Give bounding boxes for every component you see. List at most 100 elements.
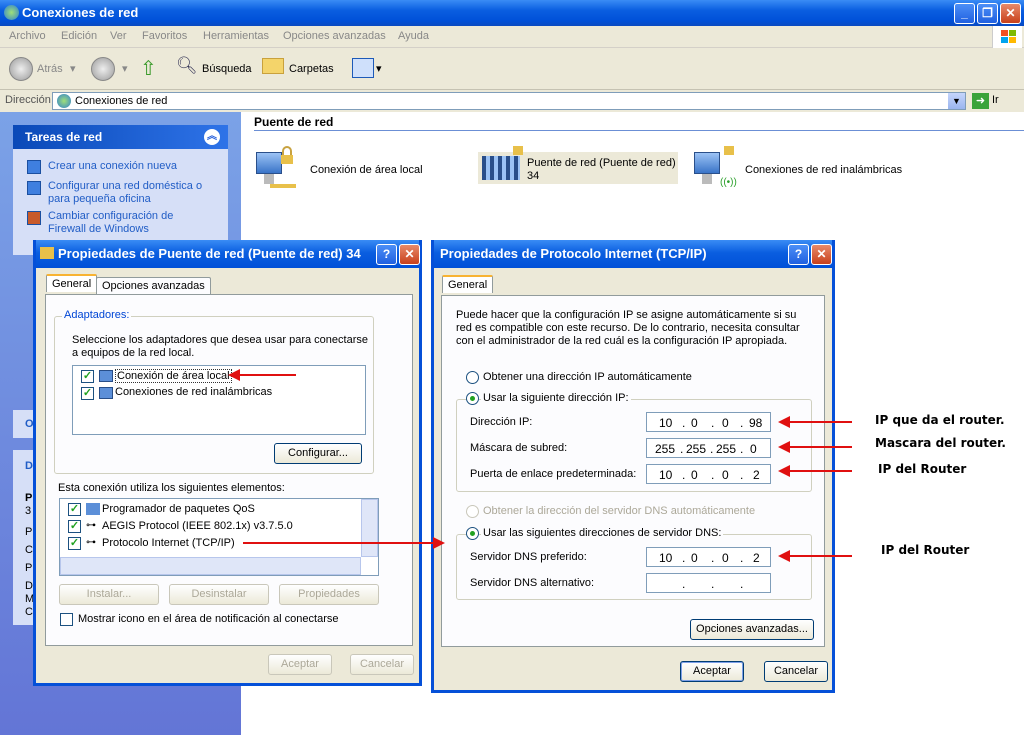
task-firewall[interactable]: Cambiar configuración de Firewall de Win… [48,210,208,236]
network-adapter-icon [99,387,113,399]
close-button[interactable]: ✕ [811,244,832,265]
adapter-lan-label[interactable]: Conexión de área local [115,369,232,383]
adapter-wireless-checkbox[interactable]: ✓ [81,387,94,400]
menu-ver[interactable]: Ver [110,30,127,42]
close-button[interactable]: ✕ [399,244,420,265]
search-icon[interactable]: 🔍︎ [176,56,198,76]
manual-dns-radio[interactable] [466,527,479,540]
chevron-down-icon[interactable]: ▾ [70,62,76,75]
install-button[interactable]: Instalar... [59,584,159,605]
chevron-down-icon[interactable]: ▾ [122,62,128,75]
annotation-gateway: IP del Router [878,462,967,476]
menu-favoritos[interactable]: Favoritos [142,30,187,42]
bridge-dialog-title-bar[interactable]: Propiedades de Puente de red (Puente de … [36,240,420,268]
folders-icon[interactable] [262,58,284,74]
element-qos-label[interactable]: Programador de paquetes QoS [102,503,255,515]
bridge-dialog-title: Propiedades de Puente de red (Puente de … [58,246,361,261]
menu-ayuda[interactable]: Ayuda [398,30,429,42]
new-connection-icon [27,160,41,174]
chevron-down-icon[interactable]: ▾ [376,62,382,75]
element-aegis-checkbox[interactable]: ✓ [68,520,81,533]
tasks-header[interactable]: Tareas de red ︽ [13,125,228,149]
ok-button[interactable]: Aceptar [680,661,744,682]
forward-arrow-icon[interactable] [91,57,115,81]
maximize-button[interactable]: ❐ [977,3,998,24]
tcpip-dialog-title: Propiedades de Protocolo Internet (TCP/I… [440,246,707,261]
lan-connection-icon[interactable] [256,146,296,192]
manual-ip-radio[interactable] [466,392,479,405]
menu-edicion[interactable]: Edición [61,30,97,42]
menu-herramientas[interactable]: Herramientas [203,30,269,42]
tab-general[interactable]: General [442,275,494,293]
advanced-options-button[interactable]: Opciones avanzadas... [690,619,814,640]
adapter-lan-checkbox[interactable]: ✓ [81,370,94,383]
lan-connection-label[interactable]: Conexión de área local [310,164,423,177]
horizontal-scrollbar[interactable] [60,557,361,575]
help-button[interactable]: ? [788,244,809,265]
back-button-label[interactable]: Atrás [37,63,63,75]
auto-dns-radio[interactable] [466,505,479,518]
element-aegis-label[interactable]: AEGIS Protocol (IEEE 802.1x) v3.7.5.0 [102,520,293,532]
task-new-connection[interactable]: Crear una conexión nueva [48,160,177,173]
firewall-icon [27,211,41,225]
annotation-arrowhead [778,441,790,453]
views-icon[interactable] [352,58,374,78]
wireless-connection-label[interactable]: Conexiones de red inalámbricas [745,164,902,177]
tab-opciones-avanzadas[interactable]: Opciones avanzadas [96,277,211,294]
group-divider [254,130,1024,131]
folders-button-label[interactable]: Carpetas [289,63,334,75]
address-input[interactable]: Conexiones de red ▼ [52,92,966,110]
preferred-dns-label: Servidor DNS preferido: [470,551,587,563]
properties-button[interactable]: Propiedades [279,584,379,605]
adapter-wireless-label[interactable]: Conexiones de red inalámbricas [115,386,272,398]
element-tcpip-checkbox[interactable]: ✓ [68,537,81,550]
gateway-field[interactable]: 10. 0. 0. 2 [646,464,771,484]
preferred-dns-field[interactable]: 10. 0. 0. 2 [646,547,771,567]
minimize-button[interactable]: _ [954,3,975,24]
adapters-description: Seleccione los adaptadores que desea usa… [72,334,368,359]
subnet-mask-field[interactable]: 255. 255. 255. 0 [646,438,771,458]
tab-general[interactable]: General [46,274,98,292]
cancel-button[interactable]: Cancelar [764,661,828,682]
wireless-connection-icon[interactable]: ((•)) [694,146,737,192]
folder-up-icon[interactable]: ⇧ [140,56,157,81]
search-button-label[interactable]: Búsqueda [202,63,252,75]
cancel-button[interactable]: Cancelar [350,654,414,675]
element-tcpip-label[interactable]: Protocolo Internet (TCP/IP) [102,537,235,549]
menu-opciones-avanzadas[interactable]: Opciones avanzadas [283,30,386,42]
main-title-bar[interactable]: Conexiones de red _ ❐ ✕ [0,0,1024,26]
auto-dns-label: Obtener la dirección del servidor DNS au… [483,505,756,517]
show-icon-checkbox[interactable] [60,613,73,626]
tcpip-dialog-title-bar[interactable]: Propiedades de Protocolo Internet (TCP/I… [434,240,832,268]
close-button[interactable]: ✕ [1000,3,1021,24]
configure-button[interactable]: Configurar... [274,443,362,464]
task-home-network[interactable]: Configurar una red doméstica o para pequ… [48,180,213,206]
ip-address-field[interactable]: 10. 0. 0. 98 [646,412,771,432]
alternate-dns-field[interactable]: ... [646,573,771,593]
annotation-arrow-gateway [790,470,852,472]
uninstall-button[interactable]: Desinstalar [169,584,269,605]
bridge-connection-sub: 34 [527,170,540,182]
collapse-icon[interactable]: ︽ [204,129,220,145]
adapters-list[interactable]: ✓ Conexión de área local ✓ Conexiones de… [72,365,366,435]
bridge-connection-label: Puente de red (Puente de red) [527,157,676,169]
ok-button[interactable]: Aceptar [268,654,332,675]
auto-ip-radio[interactable] [466,371,479,384]
chevron-down-icon[interactable]: ▼ [948,93,965,109]
back-arrow-icon[interactable] [9,57,33,81]
menu-bar: Archivo Edición Ver Favoritos Herramient… [0,26,1024,48]
elements-list[interactable]: ✓ Programador de paquetes QoS ✓ ⊶ AEGIS … [59,498,379,576]
address-label: Dirección [5,94,51,106]
auto-ip-label: Obtener una dirección IP automáticamente [483,371,692,383]
window-title: Conexiones de red [22,5,139,20]
element-qos-checkbox[interactable]: ✓ [68,503,81,516]
show-icon-label: Mostrar icono en el área de notificación… [78,613,339,625]
manual-dns-label: Usar las siguientes direcciones de servi… [481,527,724,539]
vertical-scrollbar[interactable] [361,499,378,557]
go-arrow-icon[interactable]: ➜ [972,93,989,109]
help-button[interactable]: ? [376,244,397,265]
menu-archivo[interactable]: Archivo [9,30,46,42]
bridge-connection-item[interactable]: Puente de red (Puente de red) 34 [478,146,678,184]
annotation-arrow-dns [790,555,852,557]
go-button-label[interactable]: Ir [992,94,999,106]
